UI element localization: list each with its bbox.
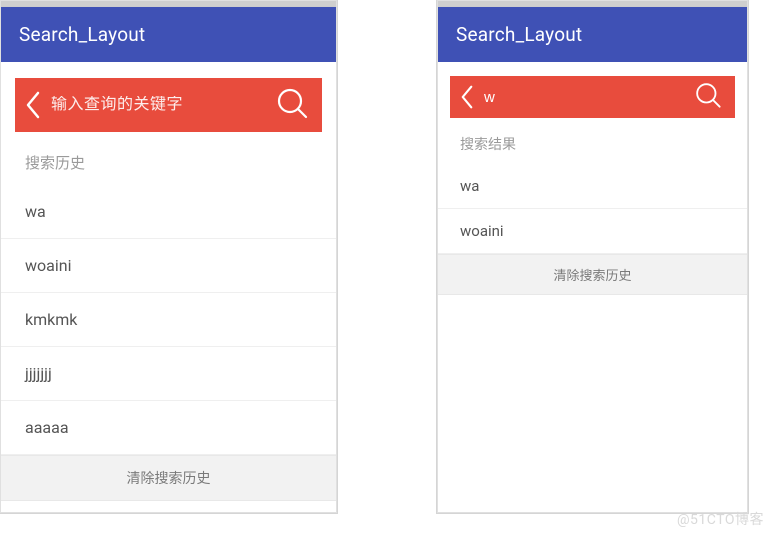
list-item[interactable]: wa bbox=[438, 164, 747, 209]
search-bar bbox=[15, 78, 322, 132]
section-label: 搜索历史 bbox=[1, 142, 336, 185]
app-bar: Search_Layout bbox=[438, 7, 747, 62]
clear-history-button[interactable]: 清除搜索历史 bbox=[438, 254, 747, 295]
search-input[interactable] bbox=[51, 96, 264, 114]
list-item[interactable]: woaini bbox=[438, 209, 747, 254]
app-bar-title: Search_Layout bbox=[456, 23, 582, 46]
back-icon[interactable] bbox=[460, 85, 474, 109]
watermark: @51CTO博客 bbox=[677, 509, 764, 529]
app-bar: Search_Layout bbox=[1, 7, 336, 62]
content-area: 搜索结果 wa woaini 清除搜索历史 bbox=[438, 62, 747, 512]
results-list: wa woaini bbox=[438, 164, 747, 254]
list-item[interactable]: wa bbox=[1, 185, 336, 239]
back-icon[interactable] bbox=[25, 91, 41, 119]
list-item[interactable]: aaaaa bbox=[1, 401, 336, 455]
phone-right: Search_Layout 搜索结果 wa woaini 清除搜索历史 bbox=[437, 0, 748, 513]
app-bar-title: Search_Layout bbox=[19, 23, 145, 46]
list-item[interactable]: jjjjjjj bbox=[1, 347, 336, 401]
history-list: wa woaini kmkmk jjjjjjj aaaaa bbox=[1, 185, 336, 455]
clear-history-button[interactable]: 清除搜索历史 bbox=[1, 455, 336, 501]
list-item[interactable]: kmkmk bbox=[1, 293, 336, 347]
content-area: 搜索历史 wa woaini kmkmk jjjjjjj aaaaa 清除搜索历… bbox=[1, 62, 336, 512]
search-icon[interactable] bbox=[693, 80, 723, 114]
section-label: 搜索结果 bbox=[438, 126, 747, 164]
search-icon[interactable] bbox=[274, 85, 310, 125]
list-item[interactable]: woaini bbox=[1, 239, 336, 293]
search-input[interactable] bbox=[484, 89, 683, 106]
search-bar bbox=[450, 76, 735, 118]
phone-left: Search_Layout 搜索历史 wa woaini kmkmk bbox=[0, 0, 337, 513]
